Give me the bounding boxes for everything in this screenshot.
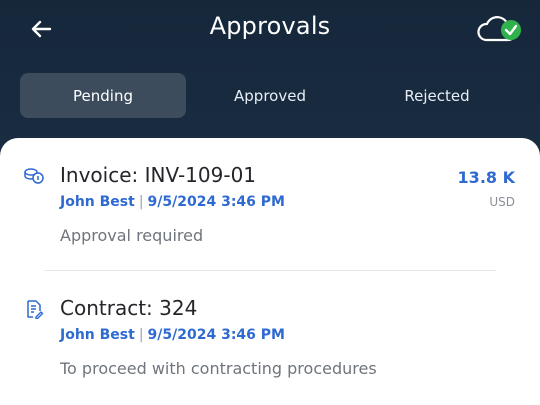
item-description: To proceed with contracting procedures: [60, 359, 377, 378]
status-tabs: Pending Approved Rejected: [20, 73, 520, 118]
item-author: John Best: [60, 327, 135, 343]
item-meta: John Best | 9/5/2024 3:46 PM: [60, 327, 285, 343]
item-meta: John Best | 9/5/2024 3:46 PM: [60, 194, 285, 210]
item-date: 9/5/2024 3:46 PM: [147, 327, 285, 343]
item-currency: USD: [489, 195, 515, 209]
tab-approved[interactable]: Approved: [187, 73, 353, 118]
coins-icon: [24, 168, 44, 184]
list-item[interactable]: Contract: 324 John Best | 9/5/2024 3:46 PM…: [0, 271, 540, 405]
item-title: Contract: 324: [60, 296, 198, 320]
item-title: Invoice: INV-109-01: [60, 163, 257, 187]
document-edit-icon: [27, 300, 44, 319]
meta-separator: |: [138, 327, 144, 343]
item-description: Approval required: [60, 226, 204, 245]
tab-pending[interactable]: Pending: [20, 73, 186, 118]
app-header: Approvals Pending Approved Rejected: [0, 0, 540, 140]
meta-separator: |: [138, 194, 144, 210]
item-author: John Best: [60, 194, 135, 210]
sync-status-button[interactable]: [474, 12, 524, 46]
list-item[interactable]: Invoice: INV-109-01 John Best | 9/5/2024 3…: [0, 138, 540, 270]
page-title: Approvals: [209, 12, 331, 40]
item-amount: 13.8 K: [457, 168, 515, 187]
tab-rejected[interactable]: Rejected: [354, 73, 520, 118]
approvals-list: Invoice: INV-109-01 John Best | 9/5/2024 3…: [0, 138, 540, 405]
cloud-sync-ok-icon: [477, 16, 521, 42]
item-date: 9/5/2024 3:46 PM: [147, 194, 285, 210]
